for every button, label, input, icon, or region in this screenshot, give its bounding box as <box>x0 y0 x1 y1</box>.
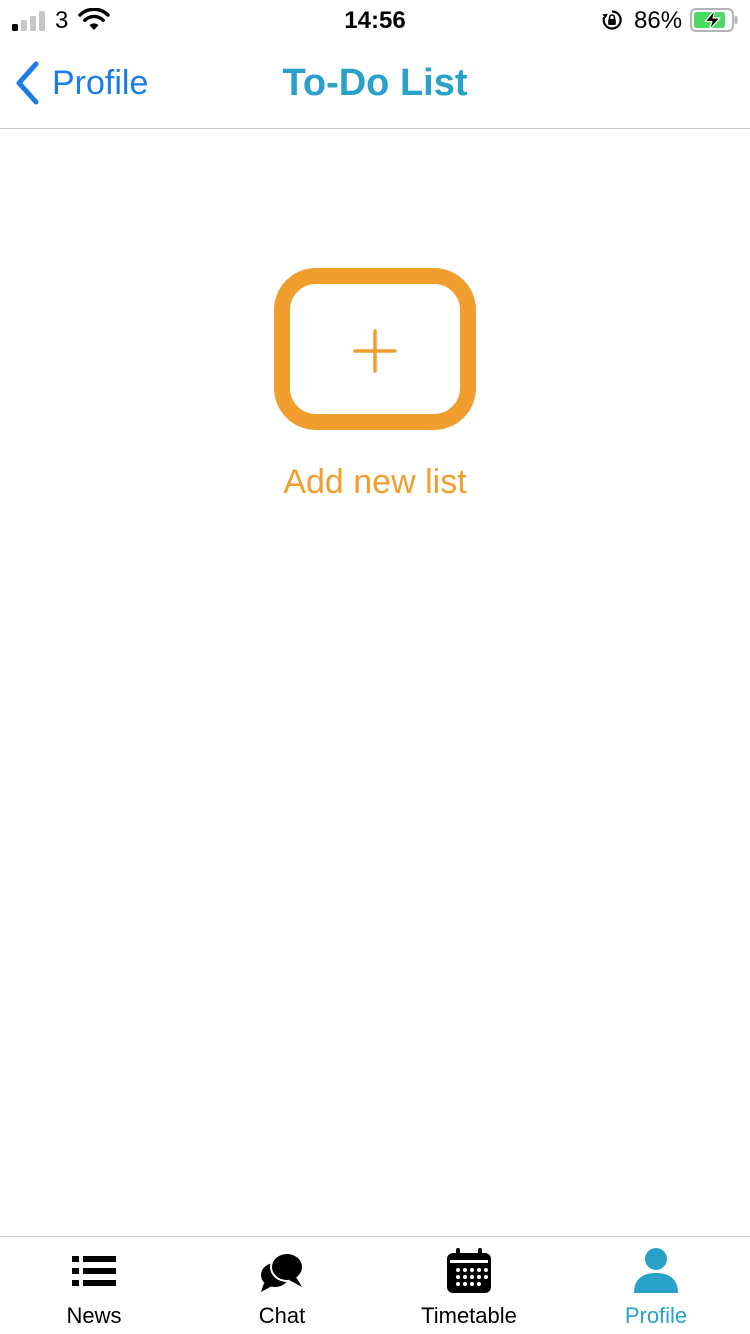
navigation-bar: Profile To-Do List <box>0 40 750 129</box>
tab-timetable[interactable]: Timetable <box>375 1237 563 1334</box>
list-icon <box>72 1256 116 1286</box>
tab-chat-label: Chat <box>258 1303 306 1328</box>
chat-bubbles-icon <box>261 1252 304 1292</box>
tab-profile[interactable]: Profile <box>562 1237 750 1334</box>
add-list-button[interactable] <box>274 268 476 430</box>
page-title: To-Do List <box>282 62 468 104</box>
tab-chat[interactable]: Chat <box>188 1237 376 1334</box>
person-icon <box>634 1248 678 1293</box>
calendar-icon <box>447 1248 491 1293</box>
plus-icon <box>353 329 397 373</box>
status-bar: 3 14:56 86% <box>0 0 750 40</box>
add-list-label[interactable]: Add new list <box>0 463 750 502</box>
battery-charging-icon <box>690 8 738 32</box>
tab-timetable-label: Timetable <box>421 1303 517 1328</box>
tab-bar: News Chat Timetable Profile <box>0 1236 750 1334</box>
battery-percent: 86% <box>634 7 683 34</box>
tab-profile-label: Profile <box>624 1303 688 1328</box>
tab-news-label: News <box>66 1303 122 1328</box>
tab-news[interactable]: News <box>0 1237 188 1334</box>
orientation-lock-icon <box>602 10 622 30</box>
